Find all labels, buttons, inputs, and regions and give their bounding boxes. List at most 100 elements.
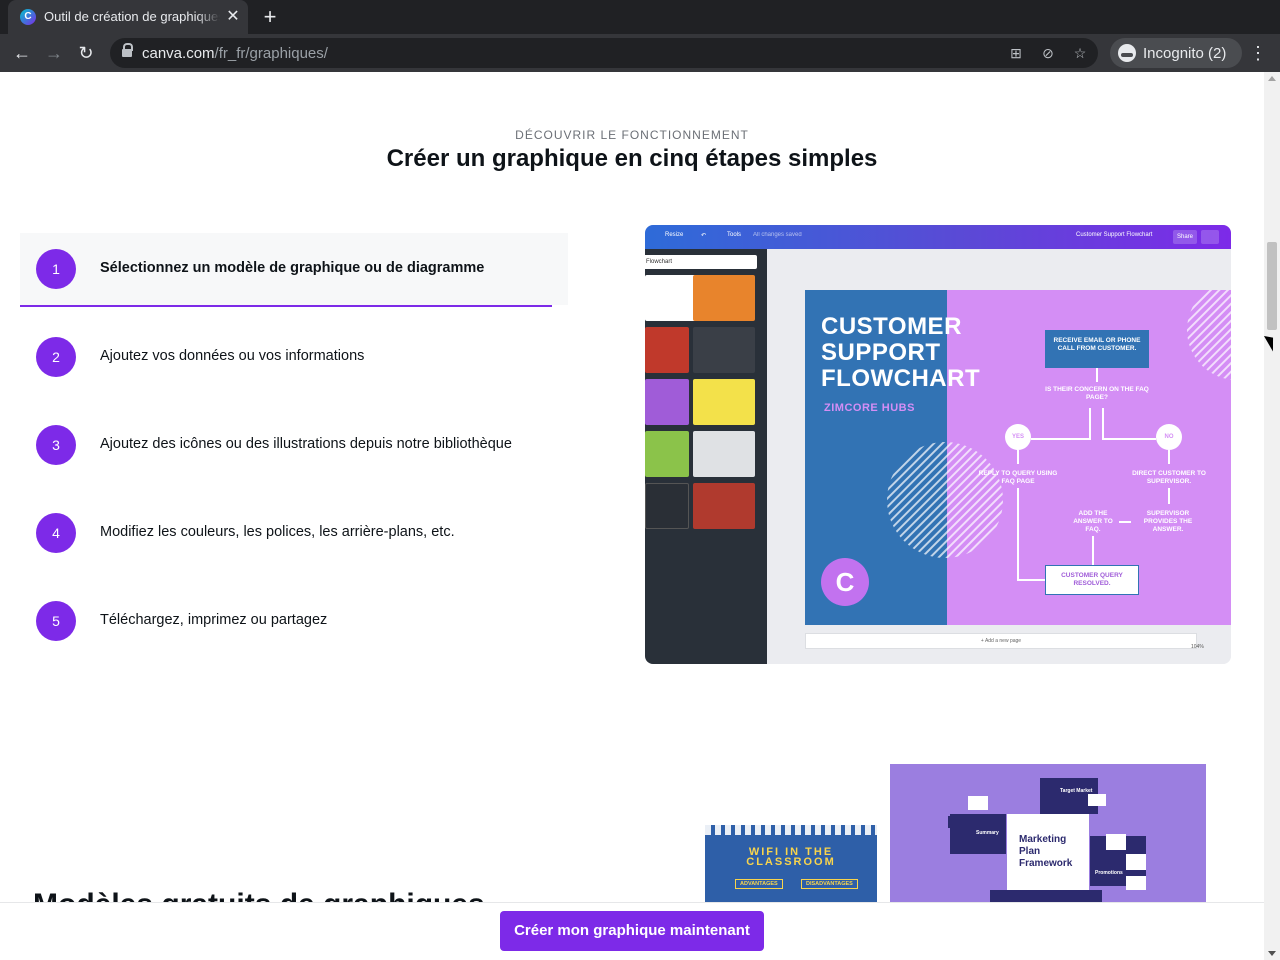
flowchart-text: IS THEIR CONCERN ON THE FAQ PAGE? [1045, 386, 1149, 401]
step-3[interactable]: 3 Ajoutez des icônes ou des illustration… [20, 409, 568, 481]
page-content: DÉCOUVRIR LE FONCTIONNEMENT Créer un gra… [0, 72, 1264, 960]
reload-icon[interactable]: ↻ [74, 41, 98, 65]
preview-resize-label: Resize [665, 232, 684, 238]
close-icon[interactable]: ✕ [224, 8, 242, 26]
create-graph-button[interactable]: Créer mon graphique maintenant [500, 911, 764, 951]
mk-small-card [1126, 876, 1146, 890]
template-thumb [645, 431, 689, 477]
flowchart-title: CUSTOMER SUPPORT FLOWCHART [821, 313, 981, 392]
flowchart-text: DIRECT CUSTOMER TO SUPERVISOR. [1132, 470, 1206, 485]
tab-strip: C Outil de création de graphiques ✕ + [0, 0, 1280, 34]
template-card-tag: ADVANTAGES [735, 879, 783, 889]
add-page-bar: + Add a new page [805, 633, 1197, 649]
step-5[interactable]: 5 Téléchargez, imprimez ou partagez [20, 585, 568, 657]
step-number: 2 [36, 337, 76, 377]
scrollbar-thumb[interactable] [1267, 242, 1277, 330]
mk-small-card [1126, 854, 1146, 870]
step-number: 1 [36, 249, 76, 289]
template-thumb [693, 275, 755, 321]
template-card-tag: DISADVANTAGES [801, 879, 858, 889]
step-number: 3 [36, 425, 76, 465]
address-bar[interactable]: canva.com/fr_fr/graphiques/ ⊞ ⊘ ☆ [110, 38, 1098, 68]
browser-tab[interactable]: C Outil de création de graphiques ✕ [8, 0, 248, 34]
step-1[interactable]: 1 Sélectionnez un modèle de graphique ou… [20, 233, 568, 307]
connector [1168, 450, 1170, 464]
stripe-circle-decoration [887, 442, 1003, 558]
preview-share-button: Share [1173, 230, 1197, 244]
flowchart-text: REPLY TO QUERY USING FAQ PAGE [978, 470, 1058, 485]
step-number: 4 [36, 513, 76, 553]
step-label: Modifiez les couleurs, les polices, les … [100, 524, 455, 540]
editor-preview-image: Resize ↶ Tools All changes saved Custome… [645, 225, 1231, 664]
no-node: NO [1156, 424, 1182, 450]
forward-icon[interactable]: → [42, 41, 66, 65]
connector [1168, 488, 1170, 504]
eye-slash-icon[interactable]: ⊘ [1038, 43, 1058, 63]
yes-node: YES [1005, 424, 1031, 450]
connector [1092, 536, 1094, 565]
template-thumb [693, 431, 755, 477]
step-label: Ajoutez vos données ou vos informations [100, 348, 365, 364]
new-tab-icon[interactable]: + [258, 5, 282, 29]
url-text[interactable]: canva.com/fr_fr/graphiques/ [142, 45, 328, 62]
step-number: 5 [36, 601, 76, 641]
flowchart-end-box: CUSTOMER QUERY RESOLVED. [1045, 565, 1139, 595]
lock-icon[interactable] [122, 43, 133, 59]
menu-dots-icon[interactable]: ⋮ [1248, 41, 1268, 65]
template-card-title: WIFI IN THE CLASSROOM [746, 846, 836, 868]
flowchart-text: ADD THE ANSWER TO FAQ. [1073, 510, 1113, 533]
connector [1017, 450, 1019, 464]
flowchart-start-box: RECEIVE EMAIL OR PHONE CALL FROM CUSTOME… [1045, 330, 1149, 368]
wave-decoration [705, 825, 877, 835]
template-thumb [693, 327, 755, 373]
mk-label: Target Market [1060, 788, 1093, 794]
flowchart-text: RECEIVE EMAIL OR PHONE CALL FROM CUSTOME… [1053, 337, 1141, 352]
connector [1031, 438, 1091, 440]
template-thumb [693, 379, 755, 425]
template-thumb [645, 379, 689, 425]
incognito-icon [1118, 44, 1136, 62]
section-eyebrow: DÉCOUVRIR LE FONCTIONNEMENT [515, 128, 749, 142]
page-scrollbar[interactable] [1264, 72, 1280, 960]
connector [1102, 438, 1156, 440]
flowchart-subtitle: ZIMCORE HUBS [824, 402, 915, 414]
connector [1096, 368, 1098, 382]
zoom-level: 104% [1191, 644, 1204, 650]
mk-label: Summary [976, 830, 999, 836]
translate-icon[interactable]: ⊞ [1006, 43, 1026, 63]
mk-small-card [948, 816, 966, 828]
mk-small-card [968, 796, 988, 810]
mk-label: Promotions [1095, 870, 1123, 876]
mk-small-card [1088, 794, 1106, 806]
mk-small-card [1106, 834, 1126, 850]
flowchart-design: CUSTOMER SUPPORT FLOWCHART ZIMCORE HUBS … [805, 290, 1231, 625]
preview-doc-title: Customer Support Flowchart [1076, 232, 1153, 238]
download-icon [1201, 230, 1219, 244]
step-2[interactable]: 2 Ajoutez vos données ou vos information… [20, 321, 568, 393]
connector [1102, 408, 1104, 438]
browser-toolbar: ← → ↻ canva.com/fr_fr/graphiques/ ⊞ ⊘ ☆ … [0, 34, 1280, 72]
canva-favicon-icon: C [20, 9, 36, 25]
connector [1089, 408, 1091, 438]
marketing-center-card: Marketing Plan Framework [1007, 814, 1089, 890]
preview-tools-label: Tools [727, 232, 742, 238]
scroll-up-arrow-icon[interactable] [1268, 76, 1276, 81]
scroll-down-arrow-icon[interactable] [1268, 951, 1276, 956]
flowchart-text: CUSTOMER QUERY RESOLVED. [1061, 572, 1123, 587]
stripe-circle-decoration [1187, 290, 1231, 380]
preview-template-panel: Flowchart [645, 249, 767, 664]
section-heading: Créer un graphique en cinq étapes simple… [386, 145, 878, 172]
star-icon[interactable]: ☆ [1070, 43, 1090, 63]
preview-search: Flowchart [645, 255, 757, 269]
incognito-label: Incognito (2) [1143, 45, 1227, 62]
tab-title: Outil de création de graphiques [44, 9, 220, 27]
incognito-profile-button[interactable]: Incognito (2) [1110, 38, 1242, 68]
connector [1119, 521, 1131, 523]
back-icon[interactable]: ← [10, 41, 34, 65]
connector [1017, 579, 1045, 581]
step-4[interactable]: 4 Modifiez les couleurs, les polices, le… [20, 497, 568, 569]
undo-icon: ↶ [701, 233, 707, 239]
step-label: Téléchargez, imprimez ou partagez [100, 612, 328, 628]
connector [1017, 488, 1019, 580]
preview-toolbar: Resize ↶ Tools All changes saved Custome… [645, 225, 1231, 249]
